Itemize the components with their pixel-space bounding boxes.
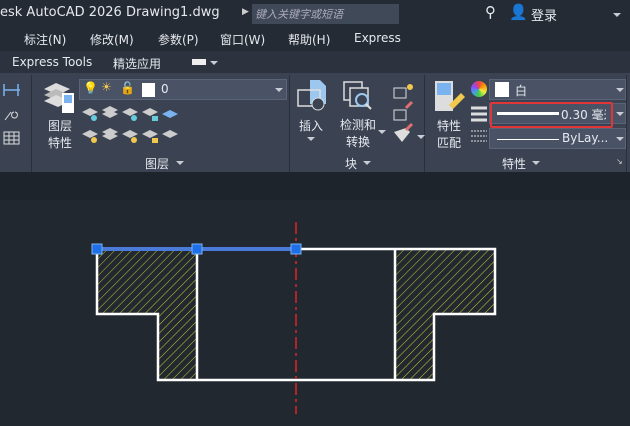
annotation-icons[interactable]	[2, 82, 30, 152]
block-panel-label[interactable]: 块	[345, 155, 357, 172]
lineweight-linetype-icons	[471, 106, 487, 142]
layer-color-swatch	[142, 83, 155, 97]
menu-dimension[interactable]: 标注(N)	[24, 31, 66, 48]
properties-panel-label[interactable]: 特性	[502, 155, 526, 172]
inspect-convert-label[interactable]: 检测和 转换	[340, 117, 376, 151]
insert-label[interactable]: 插入	[299, 117, 323, 134]
file-name: Drawing1.dwg	[126, 5, 220, 20]
block-tool-icons[interactable]	[392, 82, 418, 146]
layer-dropdown[interactable]: 💡 ☀ 🔓 0	[79, 79, 287, 100]
tab-express-tools[interactable]: Express Tools	[12, 55, 92, 69]
color-swatch	[495, 82, 509, 97]
linetype-preview	[497, 139, 559, 140]
menu-window[interactable]: 窗口(W)	[220, 31, 265, 48]
chevron-down-icon	[616, 112, 624, 116]
search-icon[interactable]: ⚲	[485, 3, 496, 21]
chevron-down-icon[interactable]	[307, 137, 315, 141]
menu-parametric[interactable]: 参数(P)	[158, 31, 199, 48]
expand-arrow-icon[interactable]: ▶	[242, 7, 249, 17]
highlight-box	[490, 102, 613, 128]
linetype-value: ByLay...	[562, 131, 609, 145]
search-input[interactable]: 键入关键字或短语	[252, 4, 399, 24]
inspect-convert-icon[interactable]	[342, 80, 376, 114]
grip-start	[91, 243, 103, 255]
menu-help[interactable]: 帮助(H)	[288, 31, 330, 48]
title-bar: esk AutoCAD 2026 Drawing1.dwg ▶ 键入关键字或短语…	[0, 0, 630, 27]
chevron-down-icon[interactable]	[210, 61, 218, 65]
chevron-down-icon[interactable]	[378, 130, 386, 134]
grip-mid	[191, 243, 203, 255]
linetype-dropdown[interactable]: ByLay...	[489, 128, 626, 149]
layer-properties-icon[interactable]	[42, 79, 76, 115]
match-properties-icon[interactable]	[433, 79, 467, 115]
menu-modify[interactable]: 修改(M)	[90, 31, 134, 48]
color-value: 白	[515, 84, 528, 98]
ribbon-tab-bar: Express Tools 精选应用	[0, 51, 630, 73]
panel-dialog-launcher-icon[interactable]: ↘	[616, 157, 623, 166]
light-bulb-icon: 💡	[83, 81, 98, 95]
menu-bar: 标注(N) 修改(M) 参数(P) 窗口(W) 帮助(H) Express	[0, 27, 630, 51]
color-wheel-icon[interactable]	[471, 81, 487, 97]
chevron-down-icon	[616, 137, 624, 141]
drawing-canvas[interactable]	[0, 200, 630, 426]
sun-icon: ☀	[101, 80, 112, 94]
current-layer-name: 0	[161, 82, 169, 96]
tab-featured-apps[interactable]: 精选应用	[113, 55, 161, 72]
grip-end	[290, 243, 302, 255]
layers-panel-label[interactable]: 图层	[145, 155, 169, 172]
chevron-down-icon	[616, 88, 624, 92]
color-dropdown[interactable]: 白	[489, 79, 626, 100]
account-dropdown[interactable]	[613, 13, 621, 17]
match-properties-label[interactable]: 特性 匹配	[437, 118, 461, 152]
login-link[interactable]: 登录	[531, 5, 557, 24]
layer-properties-label[interactable]: 图层 特性	[48, 118, 72, 152]
chevron-down-icon	[275, 88, 283, 92]
insert-block-icon[interactable]	[296, 78, 330, 112]
ribbon-minimize-button[interactable]	[192, 59, 206, 65]
unlock-icon: 🔓	[120, 81, 135, 95]
chevron-down-icon[interactable]	[363, 161, 371, 165]
menu-express[interactable]: Express	[354, 31, 401, 45]
file-tab-strip	[0, 172, 630, 200]
layer-tool-icons[interactable]	[80, 104, 198, 148]
app-title: esk AutoCAD 2026	[0, 5, 122, 20]
chevron-down-icon[interactable]	[417, 135, 425, 139]
chevron-down-icon[interactable]	[176, 161, 184, 165]
chevron-down-icon[interactable]	[532, 161, 540, 165]
user-icon[interactable]: 👤	[509, 3, 528, 21]
